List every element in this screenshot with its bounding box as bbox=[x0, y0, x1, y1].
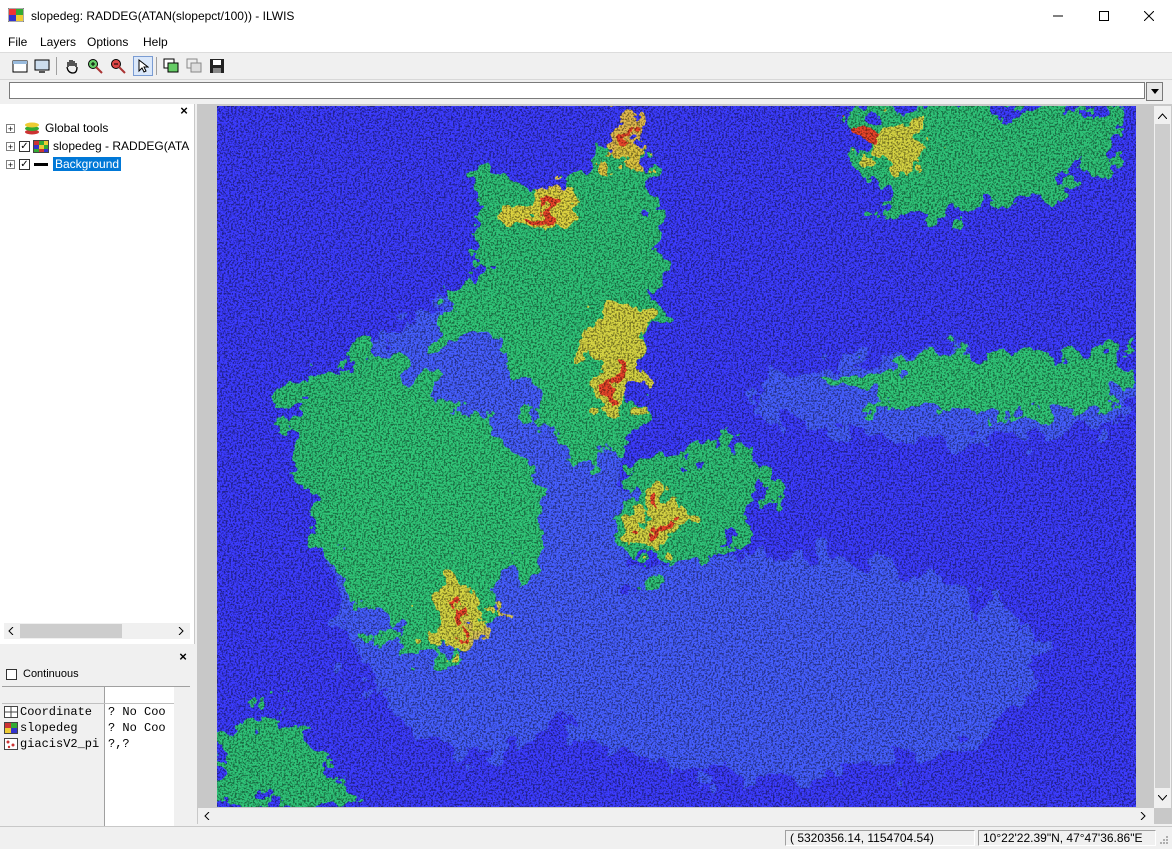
continuous-label: Continuous bbox=[23, 668, 79, 680]
zoom-in-icon bbox=[88, 59, 103, 74]
menu-options[interactable]: Options bbox=[87, 35, 128, 49]
scroll-thumb[interactable] bbox=[1155, 124, 1170, 788]
minimize-button[interactable] bbox=[1035, 0, 1081, 32]
scroll-right-icon[interactable] bbox=[178, 627, 184, 635]
status-latlon-coordinates: 10°22'22.39"N, 47°47'36.86"E bbox=[978, 830, 1156, 846]
remove-layer-icon bbox=[186, 58, 202, 73]
pixel-panel-close-button[interactable]: × bbox=[177, 650, 189, 663]
command-input[interactable] bbox=[9, 82, 1145, 99]
zoom-in-button[interactable] bbox=[85, 56, 105, 76]
expand-icon[interactable]: + bbox=[6, 123, 15, 133]
expand-icon[interactable]: + bbox=[6, 141, 15, 151]
tree-item-label: Global tools bbox=[45, 121, 109, 135]
layer-visibility-checkbox[interactable]: ✓ bbox=[19, 140, 30, 152]
add-layer-icon bbox=[163, 58, 179, 73]
menu-help[interactable]: Help bbox=[143, 35, 168, 49]
close-button[interactable] bbox=[1126, 0, 1172, 32]
pointer-icon bbox=[138, 59, 149, 73]
pixel-info-grid: Coordinate ? No Coo slopedeg ? No Coo gi… bbox=[2, 686, 190, 826]
continuous-option[interactable]: Continuous bbox=[6, 668, 79, 680]
map-vertical-scrollbar[interactable] bbox=[1154, 106, 1171, 808]
pixel-row-value: ?,? bbox=[108, 737, 130, 751]
raster-map-icon bbox=[33, 139, 49, 153]
pixel-row-name: slopedeg bbox=[4, 721, 104, 735]
scroll-left-icon[interactable] bbox=[8, 627, 14, 635]
scroll-up-icon[interactable] bbox=[1158, 113, 1167, 119]
scroll-thumb[interactable] bbox=[20, 624, 122, 638]
ilwis-app-icon bbox=[8, 8, 24, 22]
zoom-out-icon bbox=[111, 59, 126, 74]
status-bar: ( 5320356.14, 1154704.54) 10°22'22.39"N,… bbox=[0, 826, 1172, 849]
menu-layers[interactable]: Layers bbox=[40, 35, 76, 49]
tree-item-label: slopedeg - RADDEG(ATA bbox=[53, 139, 190, 153]
tree-item-slopedeg[interactable]: + ✓ slopedeg - RADDEG(ATA bbox=[6, 138, 189, 154]
pan-hand-icon bbox=[66, 60, 78, 74]
raster-map-icon bbox=[4, 722, 18, 734]
layer-tree-horizontal-scrollbar[interactable] bbox=[4, 623, 190, 639]
scroll-left-icon[interactable] bbox=[204, 812, 210, 820]
pixel-row-name: Coordinate bbox=[4, 705, 104, 719]
tree-item-label: Background bbox=[53, 157, 122, 171]
close-icon bbox=[1144, 11, 1154, 21]
new-window-icon bbox=[12, 60, 28, 73]
minimize-icon bbox=[1053, 15, 1063, 17]
expand-icon[interactable]: + bbox=[6, 159, 15, 169]
pixel-grid-scrollbar[interactable] bbox=[174, 687, 190, 826]
toolbar bbox=[0, 53, 1172, 80]
maximize-button[interactable] bbox=[1081, 0, 1127, 32]
status-xy-coordinates: ( 5320356.14, 1154704.54) bbox=[785, 830, 975, 846]
add-layer-button[interactable] bbox=[161, 56, 181, 76]
remove-layer-button[interactable] bbox=[184, 56, 204, 76]
pixel-row-value: ? No Coo bbox=[108, 721, 166, 735]
pixel-row-name: giacisV2_pi bbox=[4, 737, 104, 751]
window-title: slopedeg: RADDEG(ATAN(slopepct/100)) - I… bbox=[31, 9, 295, 23]
scroll-down-icon[interactable] bbox=[1158, 795, 1167, 801]
new-window-button[interactable] bbox=[10, 56, 30, 76]
layer-panel-close-button[interactable]: × bbox=[178, 104, 190, 117]
save-button[interactable] bbox=[207, 56, 227, 76]
menu-bar: File Layers Options Help bbox=[0, 32, 1172, 53]
slope-raster-image bbox=[217, 106, 1136, 807]
point-map-icon bbox=[4, 738, 18, 750]
continuous-checkbox[interactable] bbox=[6, 668, 17, 680]
maximize-icon bbox=[1099, 11, 1109, 21]
display-button[interactable] bbox=[32, 56, 52, 76]
coordinate-system-icon bbox=[4, 706, 18, 718]
pan-button[interactable] bbox=[62, 56, 82, 76]
pixel-row-value: ? No Coo bbox=[108, 705, 166, 719]
save-icon bbox=[210, 59, 224, 73]
background-line-icon bbox=[34, 162, 48, 166]
tree-item-background[interactable]: + ✓ Background bbox=[6, 156, 122, 172]
title-bar: slopedeg: RADDEG(ATAN(slopepct/100)) - I… bbox=[0, 0, 1172, 32]
command-dropdown-button[interactable] bbox=[1146, 82, 1163, 101]
zoom-out-button[interactable] bbox=[108, 56, 128, 76]
tree-item-global-tools[interactable]: + Global tools bbox=[6, 120, 108, 136]
map-horizontal-scrollbar[interactable] bbox=[198, 808, 1154, 824]
chevron-down-icon bbox=[1150, 89, 1159, 94]
scroll-right-icon[interactable] bbox=[1140, 812, 1146, 820]
menu-file[interactable]: File bbox=[8, 35, 27, 49]
resize-grip-icon[interactable] bbox=[1158, 834, 1169, 845]
select-button[interactable] bbox=[133, 56, 153, 76]
layer-tree-panel: × + Global tools + ✓ slopedeg - RADDEG(A… bbox=[0, 104, 195, 644]
global-tools-icon bbox=[25, 122, 39, 135]
display-icon bbox=[34, 59, 50, 73]
layer-visibility-checkbox[interactable]: ✓ bbox=[19, 158, 30, 170]
slope-map-canvas[interactable] bbox=[217, 106, 1136, 807]
